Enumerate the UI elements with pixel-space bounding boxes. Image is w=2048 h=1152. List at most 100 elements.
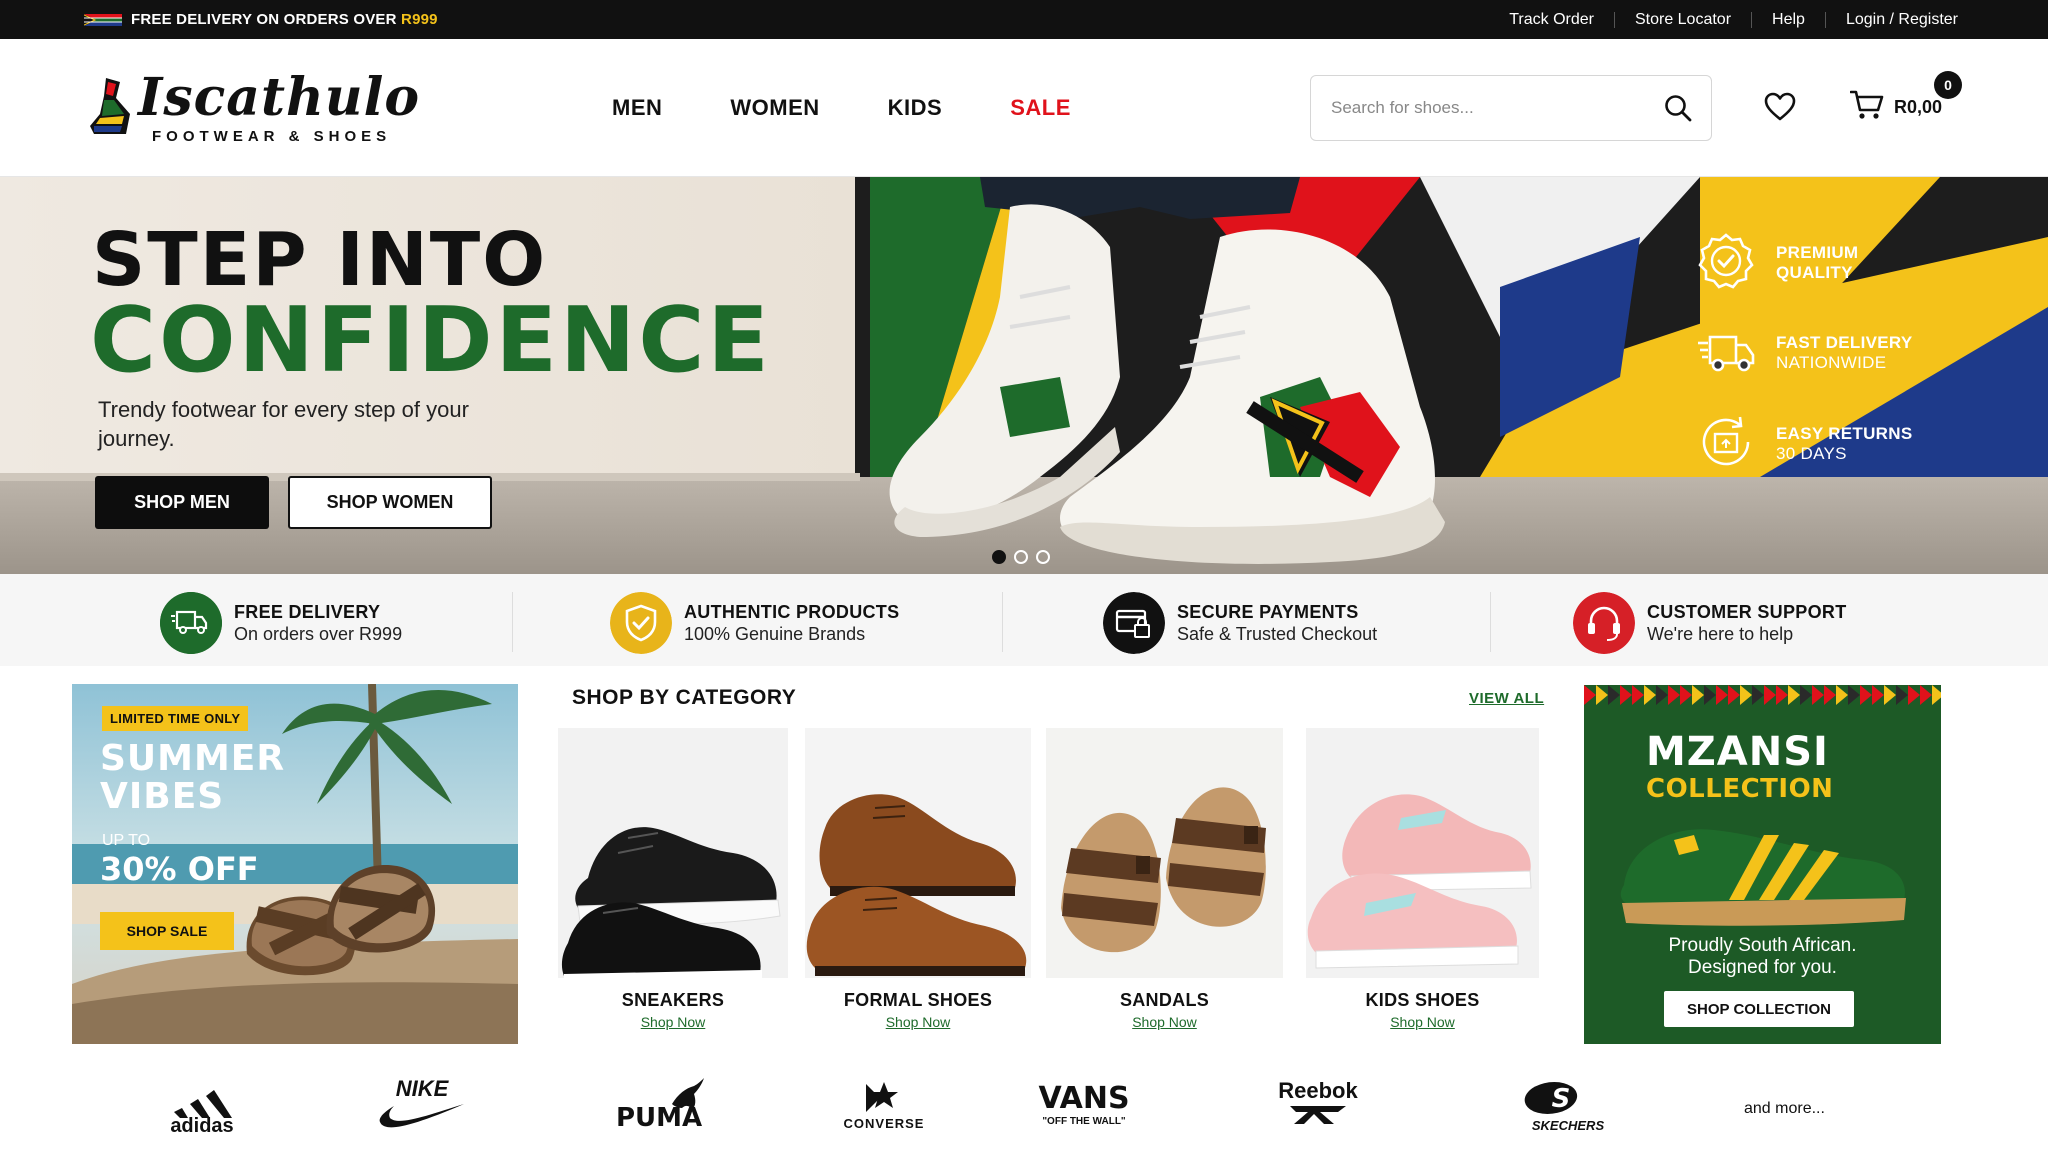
brand-logos-row: adidas NIKE PUMA CONVERSE VANS "OFF THE … [0, 1060, 2048, 1152]
summer-title: SUMMER VIBES [100, 740, 285, 816]
search-icon[interactable] [1663, 93, 1693, 123]
brand-skechers-logo[interactable]: S SKECHERS [1516, 1074, 1620, 1134]
feature-title: CUSTOMER SUPPORT [1647, 602, 1847, 622]
cart-count-badge: 0 [1934, 71, 1962, 99]
category-name: FORMAL SHOES [843, 990, 993, 1010]
mzansi-collection-banner[interactable]: MZANSI COLLECTION Proudly South African.… [1584, 685, 1941, 1044]
track-order-link[interactable]: Track Order [1489, 11, 1614, 28]
shop-now-link[interactable]: Shop Now [1046, 1014, 1283, 1030]
slider-dot[interactable] [1014, 550, 1028, 564]
shop-women-button[interactable]: SHOP WOMEN [288, 476, 492, 529]
hero-feature-delivery: FAST DELIVERY NATIONWIDE [1696, 321, 1996, 381]
hero-feature-title: EASY RETURNS [1776, 424, 1913, 443]
promo-text: FREE DELIVERY ON ORDERS OVER R999 [131, 11, 438, 28]
nav-men[interactable]: MEN [612, 95, 662, 121]
view-all-link[interactable]: VIEW ALL [1469, 690, 1544, 707]
main-nav: MEN WOMEN KIDS SALE [612, 95, 1139, 121]
shop-now-link[interactable]: Shop Now [1306, 1014, 1539, 1030]
cart-total[interactable]: R0,00 [1894, 97, 1942, 118]
category-heading: SHOP BY CATEGORY [572, 686, 797, 709]
adidas-logo-icon: adidas [170, 1090, 234, 1134]
slider-dot[interactable] [1036, 550, 1050, 564]
secure-card-icon [1103, 592, 1165, 654]
feature-title: SECURE PAYMENTS [1177, 602, 1359, 622]
category-card-sandals[interactable]: SANDALS Shop Now [1046, 728, 1283, 1038]
hero-feature-returns: EASY RETURNS 30 DAYS [1696, 412, 1996, 472]
hero-headline-1: STEP INTO [92, 217, 548, 303]
brand-puma-logo[interactable]: PUMA [612, 1074, 708, 1134]
hero-headline-2: CONFIDENCE [90, 288, 772, 393]
nav-kids[interactable]: KIDS [888, 95, 943, 121]
category-card-kids-shoes[interactable]: KIDS SHOES Shop Now [1306, 728, 1539, 1038]
logo-tagline: FOOTWEAR & SHOES [152, 128, 392, 145]
search-box [1310, 75, 1712, 141]
brand-name: adidas [170, 1115, 233, 1134]
category-name: SNEAKERS [621, 990, 725, 1010]
brand-name: PUMA [616, 1103, 702, 1133]
category-card-sneakers[interactable]: SNEAKERS Shop Now [558, 728, 788, 1038]
shop-sale-button[interactable]: SHOP SALE [100, 912, 234, 950]
summer-sale-banner[interactable]: LIMITED TIME ONLY SUMMER VIBES UP TO 30%… [72, 684, 518, 1044]
shop-collection-button[interactable]: SHOP COLLECTION [1664, 991, 1854, 1027]
vans-logo-icon: VANS "OFF THE WALL" [1038, 1081, 1129, 1127]
site-logo[interactable]: Iscathulo FOOTWEAR & SHOES [86, 67, 419, 149]
hero-feature-title: FAST DELIVERY [1776, 333, 1913, 352]
help-link[interactable]: Help [1751, 11, 1825, 28]
divider [512, 592, 513, 652]
hero-feature-premium: PREMIUM QUALITY [1696, 231, 1996, 291]
nav-sale[interactable]: SALE [1010, 95, 1071, 121]
shield-check-icon [610, 592, 672, 654]
skechers-logo-icon: S SKECHERS [1524, 1082, 1604, 1133]
shop-now-link[interactable]: Shop Now [805, 1014, 1031, 1030]
summer-discount: 30% OFF [100, 850, 259, 888]
hero-subtitle: Trendy footwear for every step of your j… [98, 397, 469, 451]
reebok-logo-icon: Reebok [1278, 1078, 1358, 1124]
wishlist-heart-icon[interactable] [1764, 92, 1796, 122]
features-strip: FREE DELIVERY On orders over R999 AUTHEN… [0, 574, 2048, 666]
store-locator-link[interactable]: Store Locator [1613, 11, 1751, 28]
summer-up-to: UP TO [102, 832, 151, 849]
svg-text:S: S [1552, 1084, 1571, 1114]
hero-feature-sub: NATIONWIDE [1776, 353, 1887, 372]
sa-flag-icon [84, 14, 122, 26]
headset-icon [1573, 592, 1635, 654]
mzansi-title: MZANSI [1646, 729, 1829, 775]
feature-title: FREE DELIVERY [234, 602, 381, 622]
search-input[interactable] [1331, 76, 1651, 140]
mzansi-subtitle: COLLECTION [1646, 774, 1834, 804]
feature-subtitle: On orders over R999 [234, 624, 403, 644]
top-announcement-bar: FREE DELIVERY ON ORDERS OVER R999 Track … [0, 0, 2048, 39]
sneakers-image [558, 728, 788, 978]
hero-feature-sub: QUALITY [1776, 263, 1853, 282]
badge-check-icon [1698, 233, 1754, 289]
brand-vans-logo[interactable]: VANS "OFF THE WALL" [1034, 1074, 1134, 1134]
login-register-link[interactable]: Login / Register [1824, 11, 1958, 28]
summer-title-line-1: SUMMER [100, 738, 286, 779]
cart-icon[interactable] [1850, 89, 1884, 121]
brand-name: NIKE [396, 1076, 450, 1101]
feature-title: AUTHENTIC PRODUCTS [684, 602, 900, 622]
brand-nike-logo[interactable]: NIKE [376, 1074, 468, 1134]
category-card-formal-shoes[interactable]: FORMAL SHOES Shop Now [805, 728, 1031, 1038]
shop-men-button[interactable]: SHOP MEN [95, 476, 269, 529]
brand-adidas-logo[interactable]: adidas [160, 1074, 244, 1134]
category-name: KIDS SHOES [1365, 990, 1480, 1010]
green-sneaker-image [1620, 829, 1906, 926]
nav-women[interactable]: WOMEN [730, 95, 819, 121]
feature-subtitle: Safe & Trusted Checkout [1177, 624, 1378, 644]
shop-now-link[interactable]: Shop Now [558, 1014, 788, 1030]
brand-name: VANS [1038, 1081, 1129, 1116]
divider [1002, 592, 1003, 652]
truck-icon [160, 592, 222, 654]
brand-name: Reebok [1278, 1078, 1358, 1103]
slider-dot[interactable] [992, 550, 1006, 564]
mzansi-description: Proudly South African. Designed for you. [1584, 935, 1941, 979]
kids-shoes-image [1306, 728, 1539, 978]
brand-converse-logo[interactable]: CONVERSE [836, 1074, 932, 1134]
brand-name: CONVERSE [844, 1116, 925, 1131]
feature-subtitle: We're here to help [1647, 624, 1794, 644]
converse-logo-icon: CONVERSE [844, 1082, 925, 1131]
top-links: Track Order Store Locator Help Login / R… [1489, 0, 1958, 39]
brand-reebok-logo[interactable]: Reebok [1268, 1074, 1368, 1134]
truck-icon [1698, 335, 1755, 372]
